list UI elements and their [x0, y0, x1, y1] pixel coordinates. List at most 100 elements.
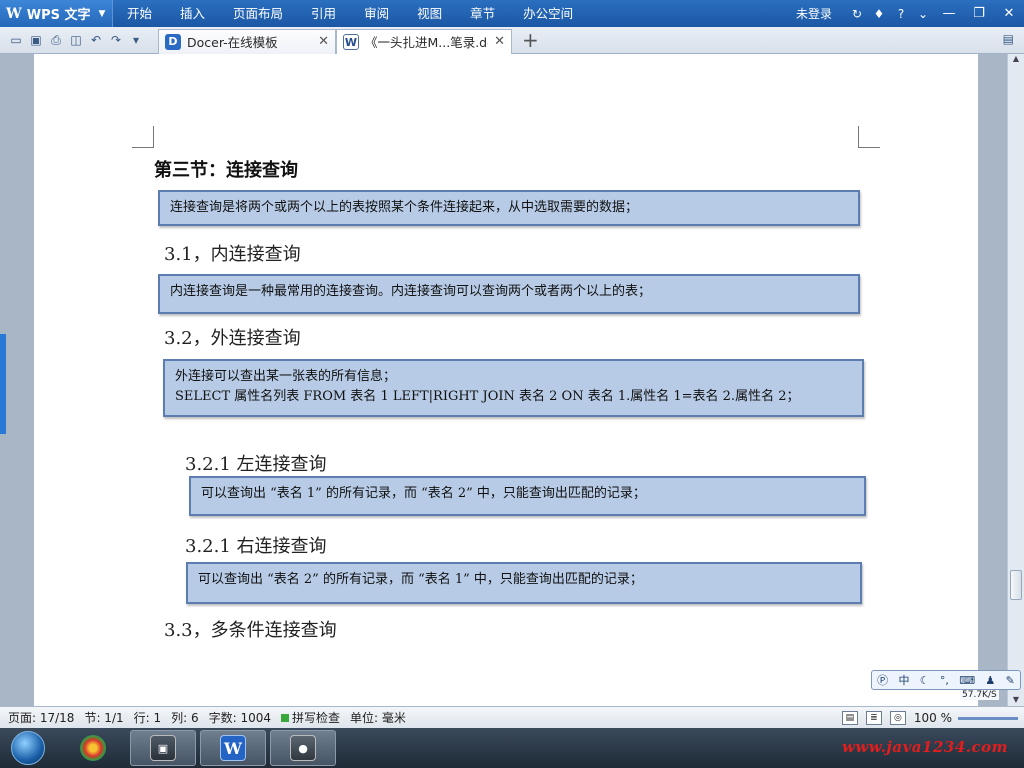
docer-icon: D — [165, 33, 181, 50]
media-player-icon — [80, 735, 106, 761]
spell-check-toggle[interactable]: 拼写检查 — [281, 709, 340, 726]
intro-box: 连接查询是将两个或两个以上的表按照某个条件连接起来，从中选取需要的数据； — [158, 190, 860, 226]
tab-label: Docer-在线模板 — [187, 35, 278, 50]
spell-check-indicator — [281, 713, 290, 722]
taskbar-media-player[interactable] — [60, 730, 126, 766]
help-icon[interactable]: ? — [890, 7, 912, 21]
inner-join-box: 内连接查询是一种最常用的连接查询。内连接查询可以查询两个或者两个以上的表； — [158, 274, 860, 314]
title-bar-controls: 未登录 ↻ ♦ ? ⌄ — ❐ ✕ — [796, 0, 1024, 27]
close-tab-icon[interactable]: ✕ — [494, 34, 505, 49]
monitor-icon: ▣ — [150, 735, 176, 761]
taskbar-wps-writer[interactable]: W — [200, 730, 266, 766]
watermark: www.java1234.com — [841, 738, 1008, 756]
windows-taskbar: ▣ W ● www.java1234.com — [0, 728, 1024, 768]
network-speed: 57.7K/S — [960, 690, 999, 700]
menu-page-layout[interactable]: 页面布局 — [219, 0, 297, 27]
web-view-icon[interactable]: ◎ — [889, 711, 906, 725]
status-col: 列: 6 — [171, 711, 199, 725]
menu-home[interactable]: 开始 — [113, 0, 166, 27]
save-icon[interactable]: ▣ — [28, 32, 44, 48]
print-icon[interactable]: ⎙ — [48, 32, 64, 48]
scroll-up-icon[interactable]: ▲ — [1008, 54, 1024, 68]
quick-access-toolbar: ▭ ▣ ⎙ ◫ ↶ ↷ ▾ — [0, 32, 158, 48]
inner-join-text: 内连接查询是一种最常用的连接查询。内连接查询可以查询两个或者两个以上的表； — [170, 284, 652, 299]
menu-chapter[interactable]: 章节 — [456, 0, 509, 27]
document-area: 第三节：连接查询 连接查询是将两个或两个以上的表按照某个条件连接起来，从中选取需… — [0, 54, 1024, 706]
tab-list-icon[interactable]: ▤ — [1003, 32, 1014, 46]
ime-toolbar[interactable]: Ⓟ 中 ☾ °, ⌨ ♟ ✎ — [871, 670, 1021, 690]
right-join-box: 可以查询出 “表名 2” 的所有记录，而 “表名 1” 中，只能查询出匹配的记录… — [186, 562, 862, 604]
outer-join-line-2: SELECT 属性名列表 FROM 表名 1 LEFT|RIGHT JOIN 表… — [175, 389, 800, 404]
tab-docer-templates[interactable]: D Docer-在线模板 ✕ — [158, 28, 336, 54]
close-tab-icon[interactable]: ✕ — [318, 34, 329, 49]
zoom-control[interactable]: 100 % — [914, 711, 1018, 725]
ime-logo-icon[interactable]: Ⓟ — [877, 672, 888, 688]
caret-down-icon: ▼ — [98, 8, 106, 19]
zoom-slider[interactable] — [958, 716, 1018, 720]
status-unit[interactable]: 单位: 毫米 — [350, 709, 406, 726]
menu-office-space[interactable]: 办公空间 — [509, 0, 587, 27]
wps-writer-icon: W — [220, 735, 246, 761]
chevron-down-icon[interactable]: ⌄ — [912, 7, 934, 21]
zoom-level: 100 % — [913, 711, 952, 725]
wrench-icon[interactable]: ✎ — [1006, 674, 1015, 687]
wps-logo-icon: W — [6, 5, 22, 22]
page-view-icon[interactable]: ▤ — [841, 711, 858, 725]
skin-icon[interactable]: ♦ — [868, 7, 890, 21]
keyboard-icon[interactable]: ⌨ — [959, 674, 975, 687]
status-row: 行: 1 — [133, 711, 162, 725]
title-bar: W WPS 文字 ▼ 开始 插入 页面布局 引用 审阅 视图 章节 办公空间 未… — [0, 0, 1024, 27]
right-join-text: 可以查询出 “表名 2” 的所有记录，而 “表名 1” 中，只能查询出匹配的记录… — [198, 572, 643, 587]
recorder-icon: ● — [290, 735, 316, 761]
margin-corner-top-left — [132, 126, 154, 148]
heading-left-join: 3.2.1 左连接查询 — [185, 454, 327, 475]
left-join-text: 可以查询出 “表名 1” 的所有记录，而 “表名 2” 中，只能查询出匹配的记录… — [201, 486, 646, 501]
outline-view-icon[interactable]: ≣ — [865, 711, 882, 725]
start-button[interactable] — [0, 728, 56, 768]
menu-view[interactable]: 视图 — [403, 0, 456, 27]
new-tab-button[interactable]: + — [522, 28, 539, 52]
open-folder-icon[interactable]: ▭ — [8, 32, 24, 48]
app-name: WPS 文字 — [26, 8, 91, 23]
moon-icon[interactable]: ☾ — [920, 674, 930, 687]
login-status[interactable]: 未登录 — [796, 5, 832, 22]
heading-3-1: 3.1，内连接查询 — [164, 244, 301, 265]
status-page[interactable]: 页面: 17/18 — [8, 709, 74, 726]
heading-right-join: 3.2.1 右连接查询 — [185, 536, 327, 557]
heading-3-2: 3.2，外连接查询 — [164, 328, 301, 349]
menu-references[interactable]: 引用 — [297, 0, 350, 27]
minimize-button[interactable]: — — [934, 6, 964, 21]
vertical-scrollbar[interactable]: ▲ ▼ — [1007, 54, 1024, 706]
status-bar: 页面: 17/18 节: 1/1 行: 1 列: 6 字数: 1004 拼写检查… — [0, 706, 1024, 728]
punctuation-icon[interactable]: °, — [940, 674, 949, 687]
heading-3-3: 3.3，多条件连接查询 — [164, 620, 337, 641]
document-tab-bar: ▭ ▣ ⎙ ◫ ↶ ↷ ▾ D Docer-在线模板 ✕ W 《一头扎进M...… — [0, 27, 1024, 54]
tab-current-document[interactable]: W 《一头扎进M...笔录.doc ✕ — [336, 28, 512, 54]
menu-review[interactable]: 审阅 — [350, 0, 403, 27]
view-controls: ▤ ≣ ◎ 100 % — [841, 707, 1024, 729]
wps-app-menu-button[interactable]: W WPS 文字 ▼ — [0, 0, 113, 27]
status-word-count[interactable]: 字数: 1004 — [209, 709, 271, 726]
close-button[interactable]: ✕ — [994, 6, 1024, 21]
ime-mode[interactable]: 中 — [898, 672, 909, 688]
spell-check-label: 拼写检查 — [292, 711, 341, 725]
user-icon[interactable]: ♟ — [985, 674, 995, 687]
word-doc-icon: W — [343, 33, 359, 50]
side-panel-toggle[interactable] — [0, 334, 6, 434]
dropdown-icon[interactable]: ▾ — [128, 32, 144, 48]
ribbon-menu: 开始 插入 页面布局 引用 审阅 视图 章节 办公空间 — [113, 0, 587, 27]
restore-button[interactable]: ❐ — [964, 6, 994, 21]
left-join-box: 可以查询出 “表名 1” 的所有记录，而 “表名 2” 中，只能查询出匹配的记录… — [189, 476, 866, 516]
menu-insert[interactable]: 插入 — [166, 0, 219, 27]
document-page[interactable]: 第三节：连接查询 连接查询是将两个或两个以上的表按照某个条件连接起来，从中选取需… — [34, 54, 978, 706]
undo-icon[interactable]: ↶ — [88, 32, 104, 48]
taskbar-monitor-app[interactable]: ▣ — [130, 730, 196, 766]
scroll-down-icon[interactable]: ▼ — [1008, 695, 1024, 704]
tab-label: 《一头扎进M...笔录.doc — [365, 35, 489, 50]
redo-icon[interactable]: ↷ — [108, 32, 124, 48]
taskbar-screen-recorder[interactable]: ● — [270, 730, 336, 766]
print-preview-icon[interactable]: ◫ — [68, 32, 84, 48]
intro-text: 连接查询是将两个或两个以上的表按照某个条件连接起来，从中选取需要的数据； — [170, 200, 639, 215]
scroll-thumb[interactable] — [1010, 570, 1022, 600]
refresh-icon[interactable]: ↻ — [846, 7, 868, 21]
